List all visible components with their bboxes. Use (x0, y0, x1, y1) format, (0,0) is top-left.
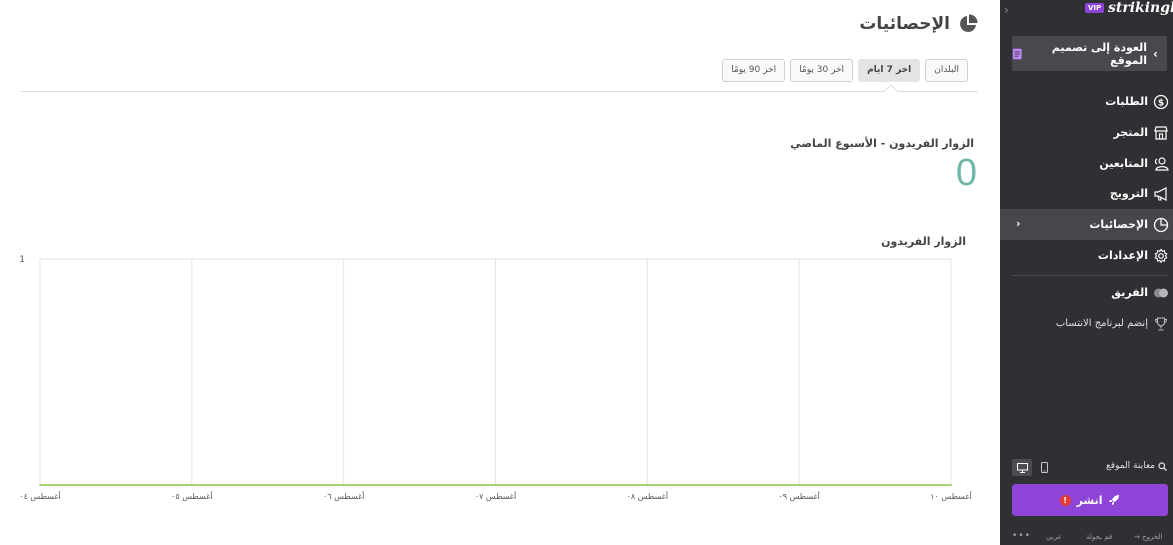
pie-chart-icon (960, 14, 978, 32)
logout-label: الخروج (1142, 533, 1163, 541)
sidebar-item-label: إنضم لبرنامج الانتساب (1055, 318, 1148, 329)
sidebar-item-label: الترويج (1109, 187, 1148, 200)
sidebar-item-label: الإحصائيات (1089, 218, 1148, 231)
range-tabs: البلدان اخر 7 ايام اخر 30 يومًا اخر 90 ي… (722, 59, 968, 82)
chart-y-ticks: 1 (19, 255, 25, 265)
tabs-divider (21, 91, 978, 92)
collapse-sidebar-button[interactable]: › (1004, 3, 1009, 17)
trophy-icon (1154, 316, 1168, 331)
unique-visitors-label: الزوار الفريدون - الأسبوع الماضي (790, 137, 974, 150)
sidebar-item-label: المتجر (1113, 126, 1148, 139)
tab-last-7-days[interactable]: اخر 7 ايام (858, 59, 921, 82)
sidebar-item-label: المتابعين (1099, 157, 1148, 170)
preview-row: معاينة الموقع (1000, 458, 1173, 476)
sidebar-divider (1012, 275, 1167, 276)
data-point (191, 484, 193, 486)
logout-link[interactable]: → الخروج (1134, 533, 1162, 541)
more-options-button[interactable]: ••• (1012, 531, 1031, 541)
active-tab-caret (884, 84, 898, 92)
mobile-preview-button[interactable] (1034, 459, 1054, 476)
team-icon (1154, 288, 1168, 297)
back-to-site-editor-label: العودة إلى تصميم الموقع (1051, 40, 1148, 67)
data-point (646, 484, 649, 486)
search-icon (1158, 461, 1167, 471)
page-title: الإحصائيات (859, 14, 978, 34)
sidebar-item-statistics[interactable]: › الإحصائيات (1000, 209, 1173, 240)
sidebar-item-promotion[interactable]: الترويج (1000, 178, 1173, 209)
visitors-line-chart: 1 أغسطس ٠٤ أغسطس ٠٥ أغسطس ٠٦ أغسطس ٠٧ أغسطس … (19, 255, 971, 501)
sidebar: › VIP strikingly العودة إلى تصميم الموقع… (1000, 0, 1173, 545)
sidebar-item-store[interactable]: المتجر (1000, 117, 1173, 148)
x-tick-label: أغسطس ٠٧ (475, 491, 516, 501)
mobile-icon (1040, 462, 1048, 473)
brand-logo: strikingly (1108, 0, 1173, 16)
chart-x-ticks: أغسطس ٠٤ أغسطس ٠٥ أغسطس ٠٦ أغسطس ٠٧ أغسطس ٠٨… (19, 491, 971, 501)
sidebar-footer: ••• عربي قم بجولة → الخروج (1000, 531, 1173, 545)
megaphone-icon (1154, 186, 1167, 201)
logout-arrow-icon: → (1134, 533, 1140, 541)
tab-last-30-days[interactable]: اخر 30 يومًا (790, 59, 854, 82)
data-point (494, 484, 497, 486)
publish-label: انشر (1076, 493, 1103, 507)
sidebar-item-affiliate-program[interactable]: إنضم لبرنامج الانتساب (1000, 308, 1173, 339)
store-icon (1154, 125, 1168, 140)
brand-row: › VIP strikingly (1000, 0, 1173, 22)
desktop-preview-button[interactable] (1012, 459, 1032, 476)
main-content: الإحصائيات البلدان اخر 7 ايام اخر 30 يوم… (0, 0, 1000, 545)
unique-visitors-count: 0 (955, 152, 977, 194)
chart-grid (39, 258, 952, 485)
sidebar-item-settings[interactable]: الإعدادات (1000, 240, 1173, 271)
x-tick-label: أغسطس ٠٩ (778, 491, 819, 501)
desktop-icon (1016, 462, 1028, 473)
preview-site-link[interactable]: معاينة الموقع (1106, 461, 1167, 471)
pie-chart-icon (1153, 217, 1169, 232)
back-to-site-editor-button[interactable]: العودة إلى تصميم الموقع ‹ (1012, 36, 1167, 71)
data-point (950, 484, 952, 486)
sidebar-item-label: الإعدادات (1097, 249, 1148, 262)
take-tour-link[interactable]: قم بجولة (1086, 533, 1112, 541)
users-icon (1154, 156, 1169, 171)
svg-text:$: $ (1158, 98, 1164, 108)
sidebar-item-orders[interactable]: الطلبات $ (1000, 86, 1173, 117)
data-point (342, 484, 345, 486)
preview-site-label: معاينة الموقع (1106, 461, 1155, 471)
rocket-icon (1109, 495, 1120, 505)
sidebar-item-followers[interactable]: المتابعين (1000, 148, 1173, 179)
tab-countries[interactable]: البلدان (925, 59, 968, 82)
data-point (798, 484, 800, 486)
x-tick-label: أغسطس ٠٦ (323, 491, 364, 501)
chart-series (39, 484, 952, 486)
vip-badge: VIP (1085, 3, 1105, 13)
chart-title: الزوار الفريدون (881, 235, 966, 248)
language-link[interactable]: عربي (1046, 533, 1062, 541)
dollar-circle-icon: $ (1153, 94, 1169, 109)
x-tick-label: أغسطس ٠٤ (19, 491, 60, 501)
gear-icon (1154, 248, 1168, 263)
publish-button[interactable]: ! انشر (1012, 484, 1168, 516)
site-file-icon (1012, 48, 1022, 59)
x-tick-label: أغسطس ٠٨ (627, 491, 668, 501)
chevron-right-icon: › (1016, 217, 1021, 230)
sidebar-item-label: الفريق (1111, 286, 1148, 299)
x-tick-label: أغسطس ١٠ (930, 491, 971, 501)
tab-last-90-days[interactable]: اخر 90 يومًا (722, 59, 786, 82)
sidebar-item-label: الطلبات (1105, 95, 1148, 108)
chevron-left-icon: ‹ (1153, 46, 1158, 61)
x-tick-label: أغسطس ٠٥ (171, 491, 212, 501)
y-tick-label: 1 (19, 255, 25, 265)
warning-icon: ! (1059, 494, 1071, 506)
page-title-text: الإحصائيات (859, 14, 950, 34)
sidebar-item-team[interactable]: الفريق (1000, 277, 1173, 308)
data-point (39, 484, 41, 486)
